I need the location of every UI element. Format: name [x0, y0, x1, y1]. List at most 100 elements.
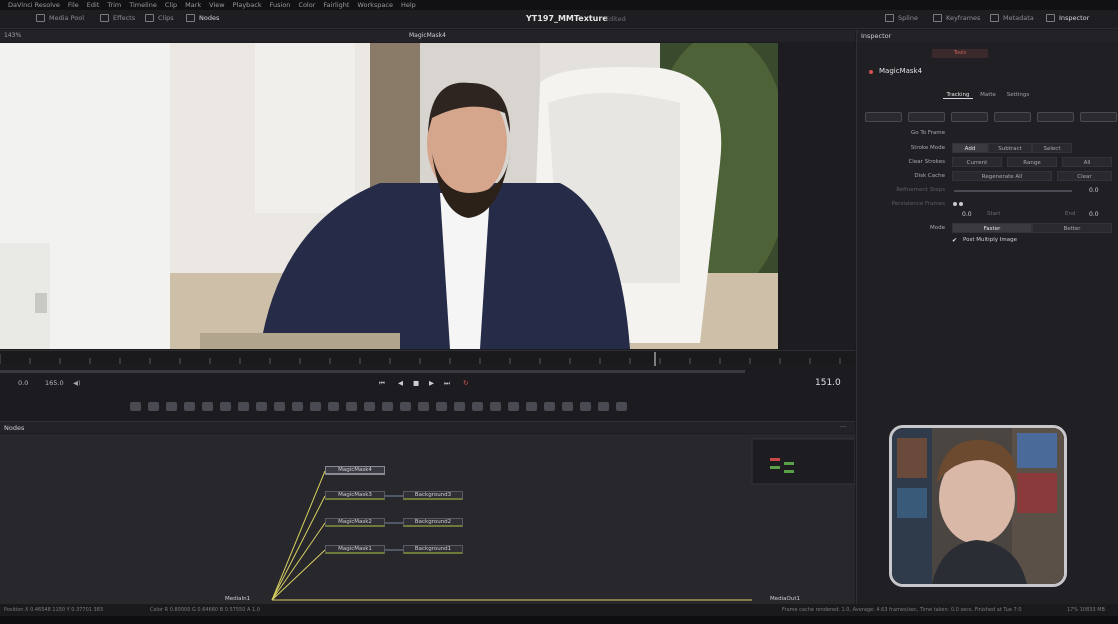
paint-tool-icon[interactable]	[184, 401, 195, 411]
blur-tool-icon[interactable]	[436, 401, 447, 411]
light-tool-icon[interactable]	[508, 401, 519, 411]
polygon-tool-icon[interactable]	[220, 401, 231, 411]
play-reverse-icon[interactable]: ◀	[398, 379, 403, 387]
channel-boolean-icon[interactable]	[328, 401, 339, 411]
end-value[interactable]: 0.0	[1089, 211, 1099, 218]
menu-view[interactable]: View	[209, 1, 224, 9]
inspector-button[interactable]: Inspector	[1046, 14, 1089, 22]
post-multiply-check-icon[interactable]: ✔	[952, 237, 957, 244]
menu-fairlight[interactable]: Fairlight	[323, 1, 349, 9]
node-background3[interactable]: Background3	[403, 491, 463, 500]
menu-timeline[interactable]: Timeline	[129, 1, 157, 9]
persistence-dot-b[interactable]	[959, 202, 963, 206]
track-forward-button[interactable]	[1037, 112, 1074, 122]
particles-tool-icon[interactable]	[202, 401, 213, 411]
node-graph[interactable]: MagicMask4 MagicMask3 MagicMask2 MagicMa…	[0, 434, 855, 604]
crop-tool-icon[interactable]	[418, 401, 429, 411]
viewer-image[interactable]	[0, 43, 778, 349]
stroke-mode-add[interactable]: Add	[952, 143, 988, 153]
play-icon[interactable]: ▶	[429, 379, 434, 387]
shape3d-tool-icon[interactable]	[526, 401, 537, 411]
refinement-value[interactable]: 0.0	[1089, 187, 1099, 194]
image-tool-icon[interactable]	[148, 401, 159, 411]
tab-matte[interactable]: Matte	[973, 92, 1003, 98]
clear-strokes-current[interactable]: Current	[952, 157, 1002, 167]
disk-cache-clear[interactable]: Clear	[1057, 171, 1112, 181]
renderer3d-tool-icon[interactable]	[562, 401, 573, 411]
current-frame[interactable]: 151.0	[815, 378, 841, 388]
node-magicmask2[interactable]: MagicMask2	[325, 518, 385, 527]
keyframes-button[interactable]: Keyframes	[933, 14, 980, 22]
scrub-bar[interactable]	[0, 370, 745, 373]
menu-help[interactable]: Help	[401, 1, 416, 9]
text-tool-icon[interactable]	[166, 401, 177, 411]
ellipse-tool-icon[interactable]	[274, 401, 285, 411]
track-bidirectional-button[interactable]	[994, 112, 1031, 122]
audio-icon[interactable]: ◀)	[73, 379, 81, 387]
camera-tool-icon[interactable]	[490, 401, 501, 411]
menu-clip[interactable]: Clip	[165, 1, 177, 9]
node-mediain[interactable]: MediaIn1	[225, 596, 250, 602]
node-background2[interactable]: Background2	[403, 518, 463, 527]
merge-tool-icon[interactable]	[310, 401, 321, 411]
node-magicmask1[interactable]: MagicMask1	[325, 545, 385, 554]
clips-button[interactable]: Clips	[145, 14, 174, 22]
track-backward-button[interactable]	[908, 112, 945, 122]
menu-file[interactable]: File	[68, 1, 79, 9]
track-backward-from-end-button[interactable]	[865, 112, 902, 122]
stroke-mode-subtract[interactable]: Subtract	[988, 143, 1032, 153]
skip-start-icon[interactable]: ⏮	[379, 379, 385, 388]
more-options-icon[interactable]: ···	[840, 423, 846, 431]
end-time[interactable]: 165.0	[45, 379, 64, 387]
track-forward-from-start-button[interactable]	[1080, 112, 1117, 122]
fbx-tool-icon[interactable]	[616, 401, 627, 411]
node-background1[interactable]: Background1	[403, 545, 463, 554]
disk-cache-regenerate[interactable]: Regenerate All	[952, 171, 1052, 181]
time-ruler[interactable]	[0, 350, 855, 366]
viewer-zoom[interactable]: 143%	[4, 32, 21, 39]
merge3d-tool-icon[interactable]	[544, 401, 555, 411]
transform-tool-icon[interactable]	[400, 401, 411, 411]
tools-tab[interactable]: Tools	[932, 49, 988, 58]
stop-tracking-button[interactable]	[951, 112, 988, 122]
skip-end-icon[interactable]: ⏭	[444, 379, 450, 388]
color-corrector-icon[interactable]	[364, 401, 375, 411]
menu-mark[interactable]: Mark	[185, 1, 201, 9]
menu-trim[interactable]: Trim	[107, 1, 121, 9]
stop-icon[interactable]: ■	[413, 379, 419, 387]
menu-app[interactable]: DaVinci Resolve	[8, 1, 60, 9]
matte-control-icon[interactable]	[346, 401, 357, 411]
mode-faster[interactable]: Faster	[952, 223, 1032, 233]
metadata-button[interactable]: Metadata	[990, 14, 1034, 22]
stroke-mode-select[interactable]: Select	[1032, 143, 1072, 153]
persistence-dot-a[interactable]	[953, 202, 957, 206]
tab-tracking[interactable]: Tracking	[943, 92, 973, 99]
menu-edit[interactable]: Edit	[87, 1, 100, 9]
bitmap-tool-icon[interactable]	[256, 401, 267, 411]
text3d-tool-icon[interactable]	[580, 401, 591, 411]
start-value[interactable]: 0.0	[962, 211, 972, 218]
imageplane-tool-icon[interactable]	[598, 401, 609, 411]
nodes-button[interactable]: Nodes	[186, 14, 219, 22]
rectangle-tool-icon[interactable]	[292, 401, 303, 411]
clear-strokes-all[interactable]: All	[1062, 157, 1112, 167]
effects-button[interactable]: Effects	[100, 14, 135, 22]
bspline-tool-icon[interactable]	[238, 401, 249, 411]
menu-playback[interactable]: Playback	[233, 1, 262, 9]
menu-workspace[interactable]: Workspace	[357, 1, 393, 9]
start-time[interactable]: 0.0	[18, 379, 28, 387]
brightness-contrast-icon[interactable]	[382, 401, 393, 411]
background-tool-icon[interactable]	[130, 401, 141, 411]
refinement-slider[interactable]	[954, 190, 1072, 192]
media-pool-button[interactable]: Media Pool	[36, 14, 84, 22]
clear-strokes-range[interactable]: Range	[1007, 157, 1057, 167]
node-mediaout[interactable]: MediaOut1	[770, 596, 800, 602]
menu-color[interactable]: Color	[298, 1, 315, 9]
tab-settings[interactable]: Settings	[1003, 92, 1033, 98]
node-magicmask4[interactable]: MagicMask4	[325, 466, 385, 475]
loop-icon[interactable]: ↻	[463, 379, 468, 387]
planar-tracker-icon[interactable]	[472, 401, 483, 411]
tracker-tool-icon[interactable]	[454, 401, 465, 411]
mode-better[interactable]: Better	[1032, 223, 1112, 233]
node-magicmask3[interactable]: MagicMask3	[325, 491, 385, 500]
